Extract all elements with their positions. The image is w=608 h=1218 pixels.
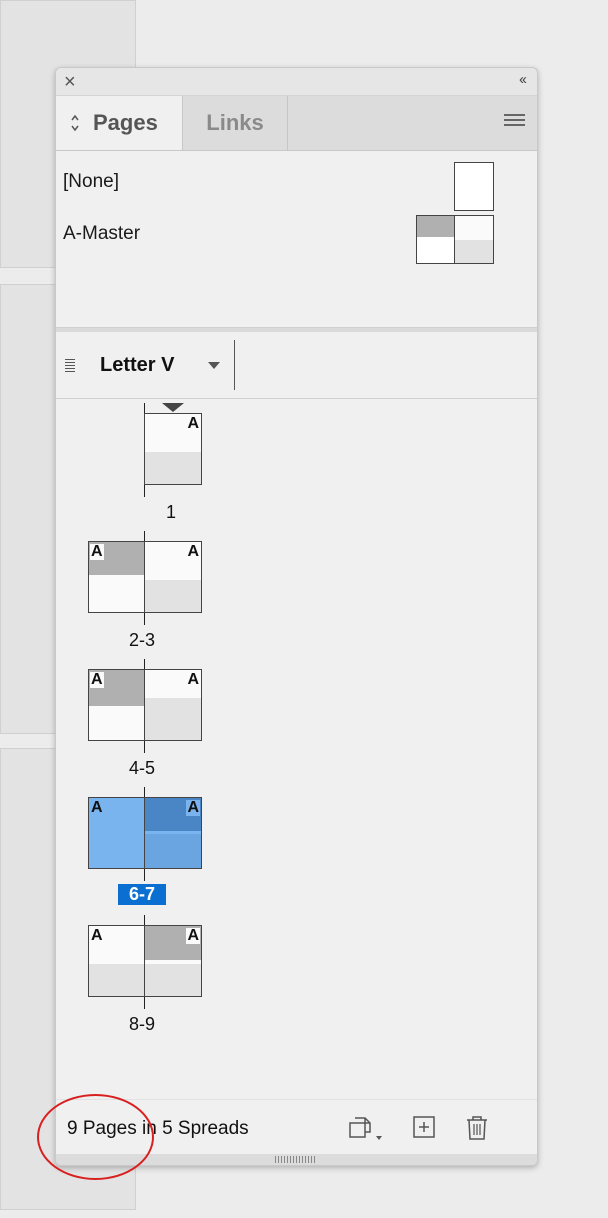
master-label: A-Master: [63, 223, 141, 244]
edit-page-size-icon[interactable]: [347, 1115, 387, 1146]
master-prefix: A: [186, 799, 200, 816]
master-prefix: A: [90, 543, 104, 560]
start-page-arrow-icon: [162, 403, 184, 412]
master-item-none[interactable]: [None]: [56, 157, 537, 211]
master-prefix: A: [186, 671, 200, 688]
spread-label: 4-5: [128, 758, 155, 778]
master-prefix: A: [90, 671, 104, 688]
master-prefix: A: [186, 415, 200, 432]
collapse-panel-icon[interactable]: ‹‹: [519, 71, 527, 88]
pages-panel: × ‹‹ Pages Links [None] A-Master Letter …: [55, 67, 538, 1166]
master-prefix: A: [90, 927, 104, 944]
page-size-label[interactable]: Letter V: [100, 354, 174, 377]
annotation-circle: [37, 1094, 154, 1180]
master-prefix: A: [90, 799, 104, 816]
panel-titlebar[interactable]: × ‹‹: [56, 68, 537, 96]
page-thumbnail[interactable]: A: [88, 669, 146, 741]
spread-label: 1: [165, 502, 176, 522]
grip-icon: [65, 359, 75, 374]
panel-menu-icon[interactable]: [504, 114, 525, 129]
panel-tabs: Pages Links: [56, 96, 537, 151]
spread-label: 2-3: [128, 630, 155, 650]
master-prefix: A: [186, 543, 200, 560]
spread-label: 8-9: [128, 1014, 155, 1034]
close-icon[interactable]: ×: [64, 70, 76, 94]
master-thumbnail[interactable]: [416, 215, 494, 264]
master-prefix: A: [186, 927, 200, 944]
page-thumbnail[interactable]: A: [144, 413, 202, 485]
master-thumbnail[interactable]: [454, 162, 494, 211]
page-thumbnail[interactable]: A: [88, 541, 146, 613]
pages-list: A 1 A A 2-3 A A 4-5 A A 6-7 A A 8-9: [56, 399, 537, 1099]
separator: [234, 340, 235, 390]
page-thumbnail[interactable]: A: [88, 925, 146, 997]
page-thumbnail-selected[interactable]: A: [88, 797, 146, 869]
page-size-bar: Letter V: [56, 332, 537, 399]
tab-links[interactable]: Links: [183, 96, 288, 150]
master-label: [None]: [63, 171, 119, 192]
page-thumbnail-selected[interactable]: A: [144, 797, 202, 869]
spread-label-selected: 6-7: [118, 884, 166, 905]
page-thumbnail[interactable]: A: [144, 541, 202, 613]
tab-pages-label: Pages: [93, 110, 158, 135]
master-item-a-master[interactable]: A-Master: [56, 215, 537, 265]
new-page-icon[interactable]: [412, 1115, 436, 1144]
page-thumbnail[interactable]: A: [144, 669, 202, 741]
page-thumbnail[interactable]: A: [144, 925, 202, 997]
delete-page-icon[interactable]: [465, 1115, 489, 1146]
tab-links-label: Links: [206, 110, 264, 135]
dropdown-caret-icon[interactable]: [208, 362, 220, 369]
masters-section: [None] A-Master: [56, 151, 537, 327]
tab-pages[interactable]: Pages: [56, 96, 183, 150]
